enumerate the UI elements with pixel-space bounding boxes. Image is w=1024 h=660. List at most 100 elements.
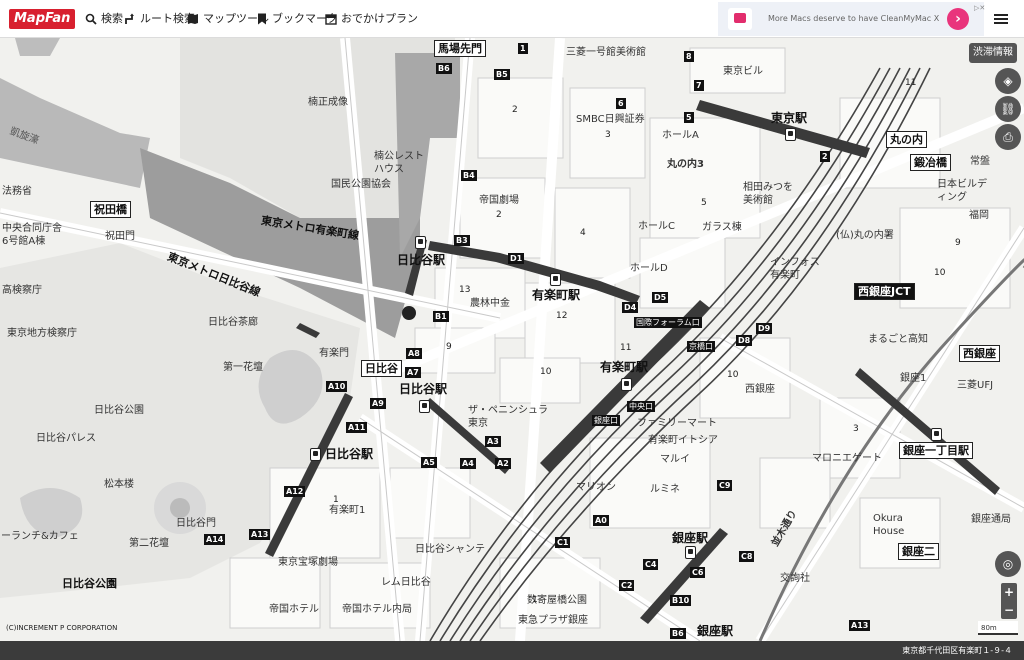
place-label[interactable]: 帝国ホテル内局 bbox=[342, 604, 412, 616]
map-canvas[interactable]: 馬場先門 祝田橋 日比谷 銀座一丁目駅 銀座二 西銀座 西銀座JCT 丸の内 鍛… bbox=[0, 38, 1024, 641]
station-label[interactable]: 日比谷駅 bbox=[397, 254, 445, 266]
place-label[interactable]: 国民公園協会 bbox=[331, 179, 391, 191]
gate-label[interactable]: 中央口 bbox=[627, 401, 655, 412]
place-label[interactable]: 有楽門 bbox=[319, 348, 349, 360]
exit-marker[interactable]: C8 bbox=[739, 551, 755, 562]
exit-marker[interactable]: C6 bbox=[690, 567, 706, 578]
place-label[interactable]: 楠正成像 bbox=[308, 97, 348, 109]
exit-marker[interactable]: A13 bbox=[849, 620, 871, 631]
exit-marker[interactable]: A13 bbox=[249, 529, 271, 540]
place-label[interactable]: 日比谷茶廊 bbox=[208, 317, 258, 329]
place-label[interactable]: 楠公レストハウス bbox=[374, 150, 429, 176]
station-icon[interactable] bbox=[785, 128, 796, 141]
place-label[interactable]: Okura House bbox=[873, 512, 913, 538]
exit-marker[interactable]: D5 bbox=[652, 292, 669, 303]
station-label[interactable]: 日比谷駅 bbox=[325, 448, 373, 460]
exit-marker[interactable]: D1 bbox=[508, 253, 525, 264]
place-label[interactable]: 法務省 bbox=[2, 186, 32, 198]
station-icon[interactable] bbox=[931, 428, 942, 441]
exit-marker[interactable]: B10 bbox=[670, 595, 692, 606]
place-label[interactable]: 日比谷公園 bbox=[62, 578, 117, 590]
place-label[interactable]: 東京宝塚劇場 bbox=[278, 557, 338, 569]
exit-marker[interactable]: 1 bbox=[518, 43, 528, 54]
nav-search[interactable]: 検索 bbox=[85, 11, 123, 27]
place-label[interactable]: 高検察庁 bbox=[2, 285, 42, 297]
nav-route-search[interactable]: ルート検索 bbox=[124, 11, 195, 27]
exit-marker[interactable]: A4 bbox=[460, 458, 476, 469]
exit-marker[interactable]: 8 bbox=[684, 51, 694, 62]
gate-label[interactable]: 京橋口 bbox=[687, 341, 715, 352]
exit-marker[interactable]: A12 bbox=[284, 486, 306, 497]
place-label[interactable]: 三菱UFJ bbox=[957, 380, 993, 392]
place-label[interactable]: ホールA bbox=[662, 130, 699, 142]
station-icon[interactable] bbox=[621, 378, 632, 391]
station-icon[interactable] bbox=[419, 400, 430, 413]
place-label[interactable]: ファミリーマート bbox=[637, 418, 717, 430]
place-label[interactable]: レム日比谷 bbox=[381, 577, 431, 589]
ad-banner[interactable]: More Macs deserve to have CleanMyMac X ›… bbox=[718, 2, 985, 36]
place-label[interactable]: 日比谷門 bbox=[176, 518, 216, 530]
exit-marker[interactable]: A2 bbox=[495, 458, 511, 469]
exit-marker[interactable]: C1 bbox=[555, 537, 571, 548]
share-link-icon[interactable]: ⛓ bbox=[995, 96, 1021, 122]
place-label[interactable]: 東京ビル bbox=[723, 66, 763, 78]
exit-marker[interactable]: A8 bbox=[406, 348, 422, 359]
exit-marker[interactable]: A10 bbox=[326, 381, 348, 392]
place-label[interactable]: ガラス棟 bbox=[702, 222, 742, 234]
place-label[interactable]: 帝国ホテル bbox=[269, 604, 319, 616]
place-label[interactable]: 福岡 bbox=[969, 210, 989, 222]
gate-label[interactable]: 国際フォーラム口 bbox=[634, 317, 702, 328]
exit-marker[interactable]: A14 bbox=[204, 534, 226, 545]
exit-marker[interactable]: D8 bbox=[736, 335, 753, 346]
place-label[interactable]: 中央合同庁舎6号館A棟 bbox=[2, 222, 68, 248]
mapfan-logo[interactable]: MapFan bbox=[9, 9, 76, 29]
exit-marker[interactable]: A11 bbox=[346, 422, 368, 433]
exit-marker[interactable]: B6 bbox=[436, 63, 452, 74]
place-label[interactable]: ザ・ペニンシュラ東京 bbox=[468, 404, 550, 430]
place-label[interactable]: マルイ bbox=[660, 454, 690, 466]
exit-marker[interactable]: D4 bbox=[622, 302, 639, 313]
current-location-icon[interactable]: ◎ bbox=[995, 551, 1021, 577]
ad-info-icon[interactable]: ▷✕ bbox=[974, 4, 985, 12]
place-label[interactable]: 東急プラザ銀座 bbox=[518, 615, 588, 627]
exit-marker[interactable]: A5 bbox=[421, 457, 437, 468]
layers-icon[interactable]: ◈ bbox=[995, 68, 1021, 94]
place-label[interactable]: 農林中金 bbox=[470, 298, 510, 310]
place-label[interactable]: (仏)丸の内署 bbox=[836, 230, 894, 242]
station-label[interactable]: 銀座駅 bbox=[697, 625, 733, 637]
print-icon[interactable]: ⎙ bbox=[995, 124, 1021, 150]
station-icon[interactable] bbox=[415, 236, 426, 249]
place-label[interactable]: 祝田門 bbox=[105, 231, 135, 243]
exit-marker[interactable]: 2 bbox=[820, 151, 830, 162]
place-label[interactable]: 日比谷シャンテ bbox=[415, 544, 485, 556]
zoom-control[interactable]: + − bbox=[1001, 583, 1017, 619]
place-label[interactable]: ホールD bbox=[630, 263, 668, 275]
exit-marker[interactable]: A9 bbox=[370, 398, 386, 409]
place-label[interactable]: 常盤 bbox=[970, 156, 990, 168]
exit-marker[interactable]: B5 bbox=[494, 69, 510, 80]
zoom-in-button[interactable]: + bbox=[1001, 583, 1017, 601]
place-label[interactable]: まるごと高知 bbox=[868, 334, 928, 346]
place-label[interactable]: 有楽町イトシア bbox=[648, 435, 718, 447]
nav-outing-plan[interactable]: おでかけプラン bbox=[325, 11, 418, 27]
place-label[interactable]: 日本ビルディング bbox=[937, 178, 993, 204]
station-icon[interactable] bbox=[550, 273, 561, 286]
exit-marker[interactable]: C9 bbox=[717, 480, 733, 491]
station-label[interactable]: 有楽町駅 bbox=[600, 361, 648, 373]
hamburger-menu-icon[interactable] bbox=[994, 12, 1008, 26]
station-label[interactable]: 東京駅 bbox=[771, 112, 807, 124]
place-label[interactable]: 交詢社 bbox=[780, 573, 810, 585]
exit-marker[interactable]: 5 bbox=[684, 112, 694, 123]
exit-marker[interactable]: B4 bbox=[461, 170, 477, 181]
place-label[interactable]: 西銀座 bbox=[745, 384, 775, 396]
place-label[interactable]: 松本楼 bbox=[104, 479, 134, 491]
place-label[interactable]: 日比谷公園 bbox=[94, 405, 144, 417]
exit-marker[interactable]: B1 bbox=[433, 311, 449, 322]
station-icon[interactable] bbox=[685, 546, 696, 559]
exit-marker[interactable]: A0 bbox=[593, 515, 609, 526]
exit-marker[interactable]: A3 bbox=[485, 436, 501, 447]
place-label[interactable]: インフォス有楽町 bbox=[770, 256, 820, 282]
place-label[interactable]: 三菱一号館美術館 bbox=[566, 47, 646, 59]
station-label[interactable]: 銀座駅 bbox=[672, 532, 708, 544]
exit-marker[interactable]: D9 bbox=[756, 323, 773, 334]
